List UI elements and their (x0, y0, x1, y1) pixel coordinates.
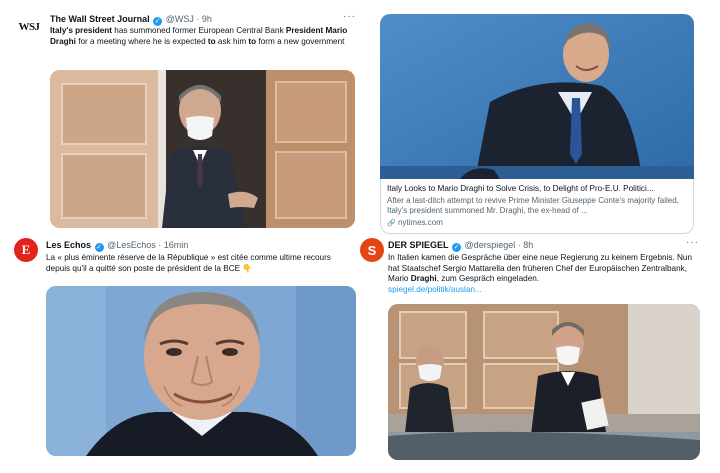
spiegel-tweet-header: DER SPIEGEL ✓ @derspiegel · 8h (388, 240, 533, 252)
verified-badge-icon: ✓ (94, 243, 104, 252)
lesechos-author-name[interactable]: Les Echos (46, 240, 91, 250)
nyt-card-domain: 🔗 nytimes.com (387, 218, 687, 227)
wsj-text-segment: for a meeting where he is expected (75, 36, 208, 46)
wsj-author-handle[interactable]: @WSJ (166, 14, 194, 24)
nyt-card-photo[interactable] (380, 14, 694, 179)
lesechos-avatar-text: E (21, 242, 31, 257)
wsj-text-segment: to (248, 36, 257, 46)
wsj-avatar[interactable]: WSJ (16, 14, 42, 40)
wsj-text-segment: has summoned former European Central Ban… (112, 26, 286, 35)
spiegel-text-after: , zum Gespräch eingeladen. (436, 274, 540, 283)
spiegel-timestamp[interactable]: 8h (523, 240, 533, 250)
wsj-tweet-text: Italy's president has summoned former Eu… (50, 26, 350, 47)
wsj-text-segment: ask him (215, 36, 249, 46)
wsj-timestamp[interactable]: 9h (202, 14, 212, 24)
spiegel-tweet[interactable]: S DER SPIEGEL ✓ @derspiegel · 8h ··· In … (356, 236, 708, 464)
verified-badge-icon: ✓ (153, 17, 163, 26)
lesechos-tweet-header: Les Echos ✓ @LesEchos · 16min (46, 240, 188, 252)
nyt-card-title[interactable]: Italy Looks to Mario Draghi to Solve Cri… (387, 184, 687, 193)
spiegel-text-bold: Draghi (410, 274, 437, 283)
separator-dot: · (517, 240, 521, 250)
draghi-portrait-photo (46, 286, 356, 456)
spiegel-link[interactable]: spiegel.de/politik/auslan... (388, 285, 482, 294)
wsj-tweet[interactable]: WSJ The Wall Street Journal ✓ @WSJ · 9h … (10, 8, 360, 233)
nyt-card-tweet[interactable]: Italy Looks to Mario Draghi to Solve Cri… (378, 12, 696, 236)
spiegel-author-handle[interactable]: @derspiegel (465, 240, 516, 250)
lesechos-timestamp[interactable]: 16min (164, 240, 189, 250)
spiegel-avatar-text: S (367, 242, 377, 258)
draghi-doorway-photo (50, 70, 355, 228)
nyt-card-domain-text: nytimes.com (397, 218, 443, 227)
lesechos-author-handle[interactable]: @LesEchos (107, 240, 156, 250)
wsj-author-name[interactable]: The Wall Street Journal (50, 14, 150, 24)
wsj-tweet-header: The Wall Street Journal ✓ @WSJ · 9h (50, 14, 212, 26)
more-options-icon[interactable]: ··· (343, 11, 356, 22)
draghi-smiling-photo (380, 14, 694, 179)
verified-badge-icon: ✓ (452, 243, 462, 252)
draghi-walking-photo (388, 304, 700, 460)
spiegel-tweet-text: In Italien kamen die Gespräche über eine… (388, 253, 700, 295)
spiegel-author-name[interactable]: DER SPIEGEL (388, 240, 449, 250)
nyt-card-text[interactable]: Italy Looks to Mario Draghi to Solve Cri… (380, 179, 694, 234)
wsj-text-segment: Italy's president (50, 26, 113, 35)
lesechos-tweet[interactable]: E Les Echos ✓ @LesEchos · 16min La « plu… (10, 236, 360, 464)
more-options-icon[interactable]: ··· (686, 237, 699, 248)
lesechos-tweet-photo[interactable] (46, 286, 356, 456)
link-icon: 🔗 (387, 220, 396, 227)
wsj-text-segment: to (207, 36, 216, 46)
spiegel-tweet-photo[interactable] (388, 304, 700, 460)
separator-dot: · (196, 14, 200, 24)
wsj-text-segment: form a new government (256, 36, 345, 46)
wsj-tweet-photo[interactable] (50, 70, 355, 228)
nyt-card-description: After a last-ditch attempt to revive Pri… (387, 196, 679, 215)
separator-dot: · (158, 240, 162, 250)
lesechos-avatar[interactable]: E (14, 238, 38, 262)
spiegel-avatar[interactable]: S (360, 238, 384, 262)
wsj-avatar-text: WSJ (18, 21, 40, 33)
lesechos-tweet-text: La « plus éminente réserve de la Républi… (46, 253, 331, 273)
